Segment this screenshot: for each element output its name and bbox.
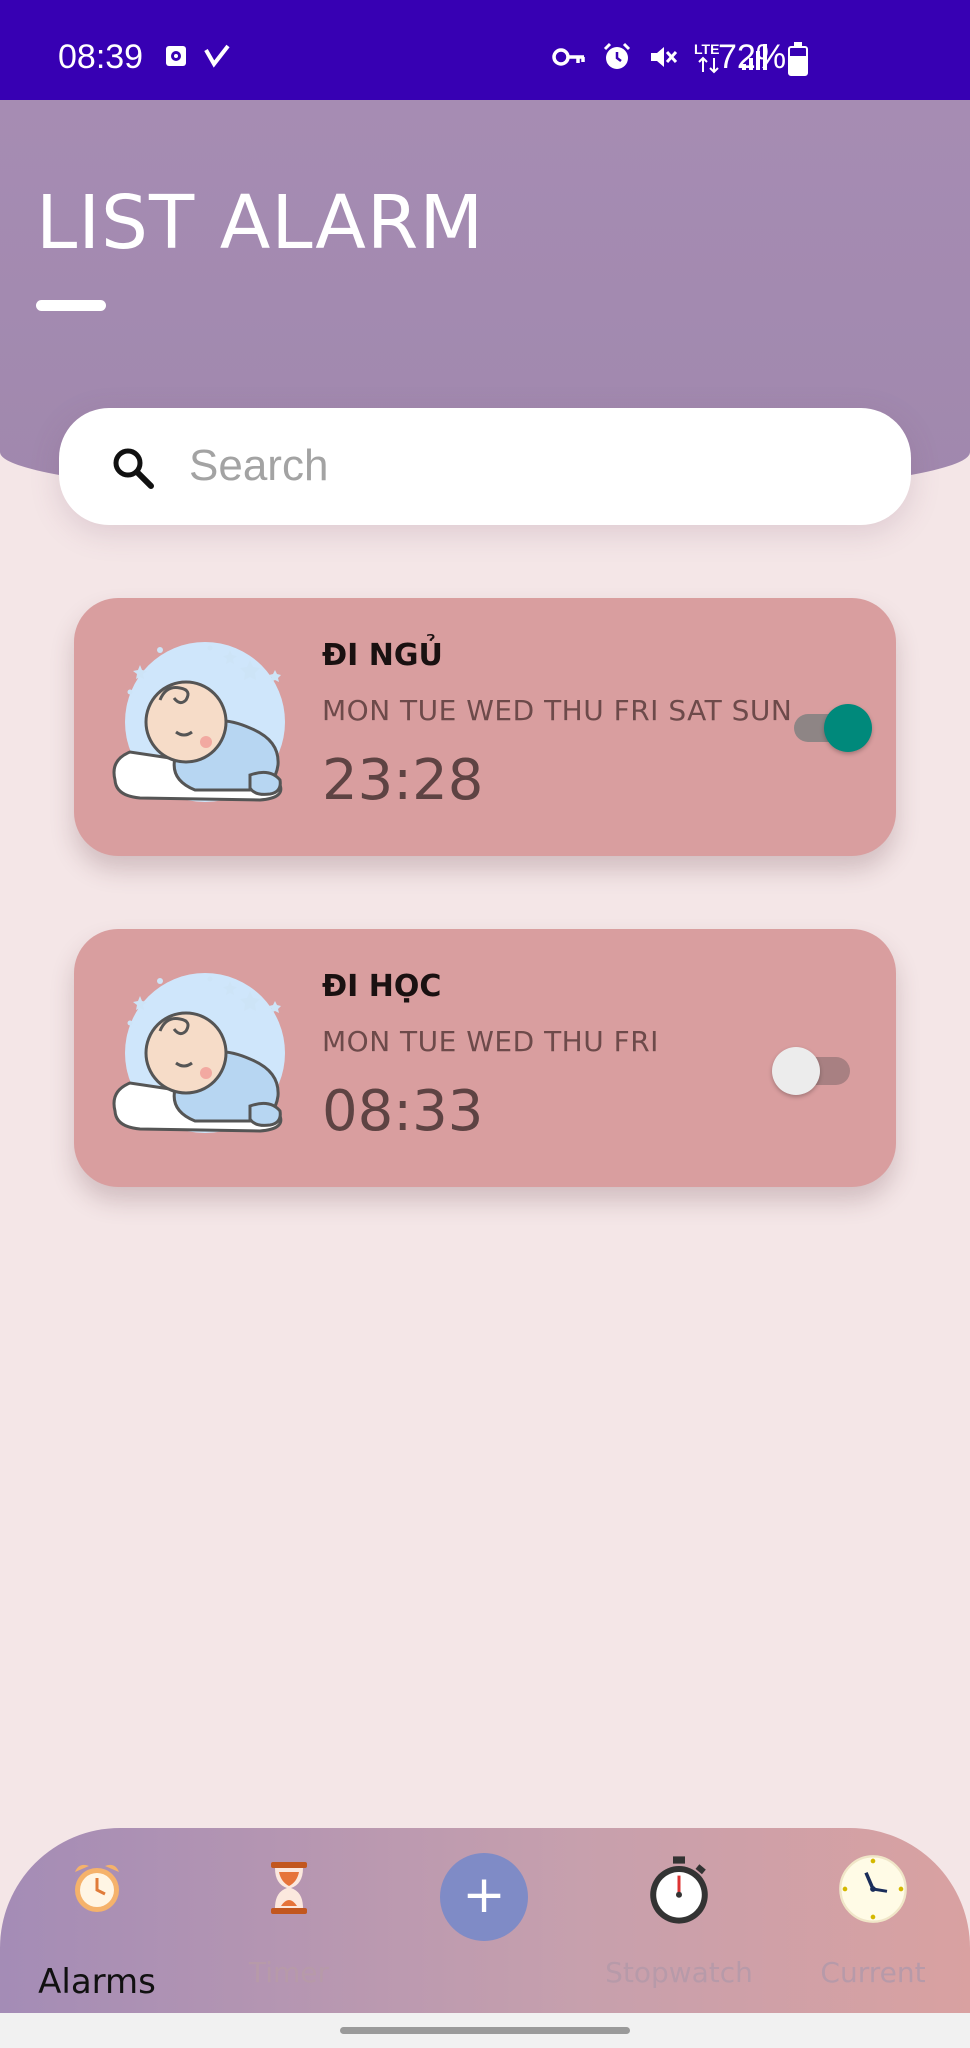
alarm-time: 08:33	[322, 1079, 484, 1144]
battery-icon	[788, 42, 808, 76]
svg-text:LTE: LTE	[694, 41, 719, 57]
nav-item-timer[interactable]: Timer	[214, 1828, 364, 2013]
search-input[interactable]	[189, 430, 869, 502]
sync-icon	[166, 46, 186, 66]
hourglass-icon	[271, 1862, 307, 1914]
nav-item-current[interactable]: Current	[798, 1828, 948, 2013]
nav-item-stopwatch[interactable]: Stopwatch	[604, 1828, 754, 2013]
add-icon: +	[462, 1865, 506, 1925]
nav-label: Stopwatch	[605, 1956, 753, 1989]
nav-label: Timer	[248, 1956, 330, 1989]
home-gesture-handle[interactable]	[340, 2027, 630, 2034]
alarm-icon	[603, 42, 631, 69]
status-bar: 08:39 LTE 72%	[0, 0, 970, 100]
clock-icon	[839, 1855, 907, 1923]
battery-percent: 72%	[718, 38, 787, 76]
sleeping-baby-icon	[112, 973, 285, 1133]
add-alarm-button[interactable]: +	[440, 1853, 528, 1941]
alarm-name: ĐI NGỦ	[322, 638, 443, 673]
alarm-days: MON TUE WED THU FRI	[322, 1025, 659, 1058]
search-icon	[113, 448, 154, 489]
nav-label: Current	[820, 1956, 926, 1989]
title-underline	[36, 300, 106, 311]
alarm-card[interactable]: ĐI NGỦ MON TUE WED THU FRI SAT SUN 23:28	[74, 598, 896, 856]
bottom-navigation: Alarms Timer + Stopwatch Current	[0, 1828, 970, 2013]
search-bar[interactable]	[59, 408, 911, 525]
sleeping-baby-icon	[112, 642, 285, 802]
stopwatch-icon	[650, 1856, 708, 1924]
nav-label: Alarms	[38, 1962, 156, 2002]
alarm-toggle[interactable]	[772, 1047, 850, 1095]
gesture-bar	[0, 2013, 970, 2048]
alarm-clock-icon	[75, 1864, 119, 1912]
alarm-card[interactable]: ĐI HỌC MON TUE WED THU FRI 08:33	[74, 929, 896, 1187]
status-time: 08:39	[58, 38, 144, 76]
vpn-check-icon	[204, 44, 230, 68]
alarm-toggle[interactable]	[794, 704, 872, 752]
toggle-thumb	[824, 704, 872, 752]
toggle-thumb	[772, 1047, 820, 1095]
alarm-name: ĐI HỌC	[322, 969, 442, 1004]
alarm-time: 23:28	[322, 748, 484, 813]
page-title: LIST ALARM	[36, 180, 485, 266]
nav-item-alarms[interactable]: Alarms	[22, 1828, 172, 2013]
alarm-days: MON TUE WED THU FRI SAT SUN	[322, 694, 793, 727]
mute-icon	[651, 47, 678, 67]
key-icon	[552, 48, 585, 66]
